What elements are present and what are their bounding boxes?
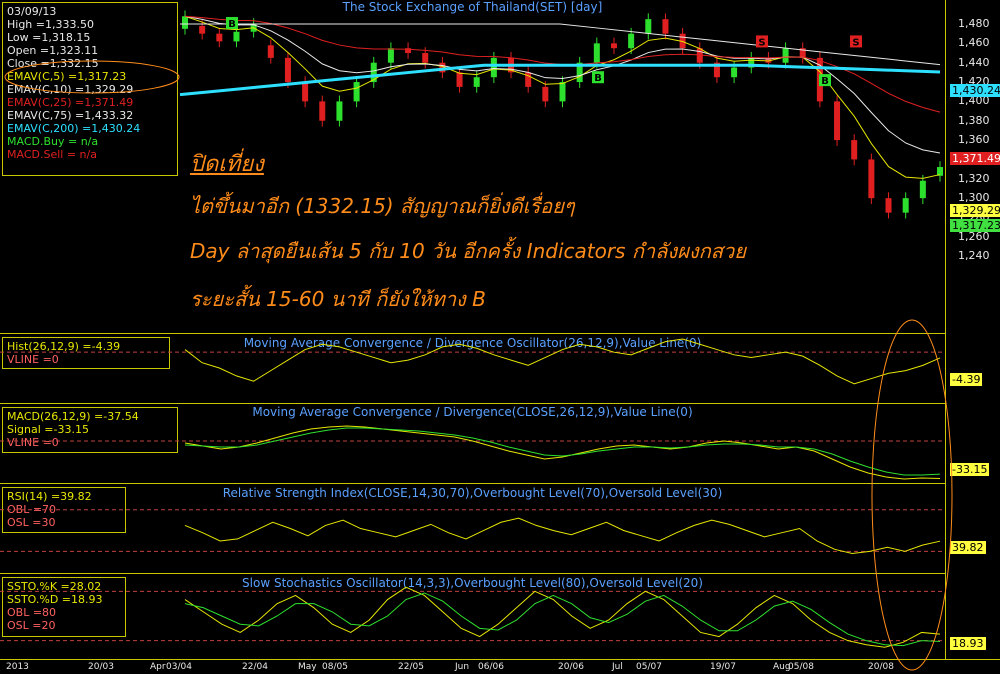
rsi-axis bbox=[945, 483, 1000, 573]
hist-line bbox=[184, 338, 941, 385]
price-ytick: 1,400 bbox=[958, 94, 990, 108]
price-ytick: 1,300 bbox=[958, 191, 990, 205]
rsi-line bbox=[184, 517, 941, 554]
price-ytick: 1,380 bbox=[958, 113, 990, 127]
tag-ema25: 1,371.49 bbox=[950, 152, 1000, 165]
tag-ema200: 1,430.24 bbox=[950, 84, 1000, 97]
hist-axis bbox=[945, 333, 1000, 403]
price-ytick: 1,240 bbox=[958, 249, 990, 263]
stoch-d-line bbox=[184, 592, 941, 647]
price-ytick: 1,460 bbox=[958, 36, 990, 50]
rsi-tag: 39.82 bbox=[950, 541, 986, 554]
hist-tag: -4.39 bbox=[950, 373, 983, 386]
price-ytick: 1,260 bbox=[958, 229, 990, 243]
price-ytick: 1,360 bbox=[958, 133, 990, 147]
tag-ema5: 1,317.23 bbox=[950, 219, 1000, 232]
price-ytick: 1,440 bbox=[958, 55, 990, 69]
signal-line bbox=[184, 427, 941, 476]
stoch-k-line bbox=[184, 586, 941, 648]
price-axis bbox=[945, 0, 1000, 333]
price-ytick: 1,320 bbox=[958, 171, 990, 185]
tag-ema10: 1,329.29 bbox=[950, 204, 1000, 217]
macd-tag: -33.15 bbox=[950, 463, 990, 476]
price-ytick: 1,480 bbox=[958, 17, 990, 30]
ssto-tag: 18.93 bbox=[950, 637, 986, 650]
indicator-charts: 80-8-16-24-323020100-10-20-3080604020805… bbox=[0, 338, 945, 648]
